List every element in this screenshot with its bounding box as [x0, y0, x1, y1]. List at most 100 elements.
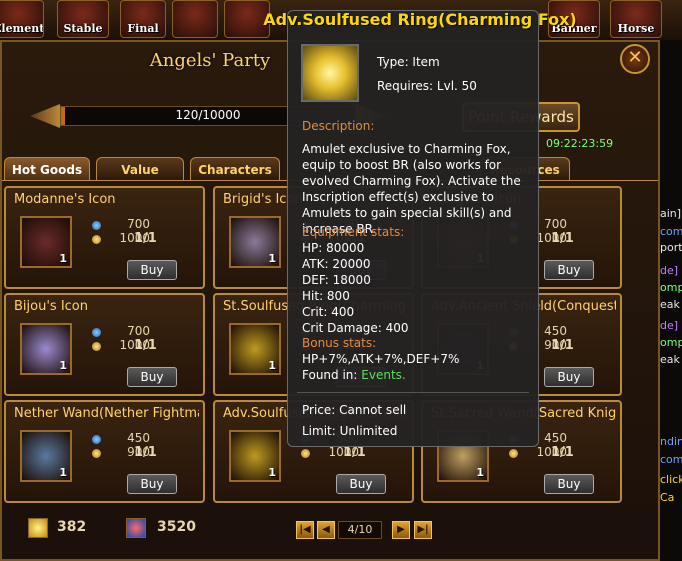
blue-price: 700 [127, 324, 150, 338]
chat-line: com [660, 225, 682, 238]
star-coin-icon [28, 518, 48, 538]
goods-thumbnail[interactable]: 1 [229, 430, 281, 482]
star-coin-icon [301, 449, 310, 458]
page-indicator: 4/10 [338, 521, 382, 539]
star-coin-icon [92, 449, 101, 458]
tab-value[interactable]: Value [96, 157, 184, 181]
chat-text: click [660, 473, 682, 486]
chat-line: ompl [660, 281, 682, 294]
buy-button[interactable]: Buy [544, 474, 594, 494]
window-title: Angels' Party [149, 50, 271, 71]
buy-button[interactable]: Buy [544, 367, 594, 387]
chat-text: port [660, 241, 682, 254]
buy-button[interactable]: Buy [127, 474, 177, 494]
tab-characters[interactable]: Characters [190, 157, 280, 181]
blue-star-icon [92, 221, 101, 230]
event-timer: 09:22:23:59 [546, 137, 614, 150]
goods-quantity: 1 [59, 466, 67, 479]
chat-text: ndin [660, 435, 682, 448]
goods-quantity: 1 [59, 359, 67, 372]
tooltip-stat: DEF: 18000 [302, 273, 371, 287]
tooltip-stat: Crit Damage: 400 [302, 321, 409, 335]
tooltip-divider [297, 392, 529, 393]
tooltip-limit: Limit: Unlimited [302, 424, 398, 438]
goods-quantity: 1 [268, 359, 276, 372]
chat-text: com [660, 225, 682, 238]
purchase-limit: 1/1 [551, 231, 574, 246]
star-coin-icon [509, 449, 518, 458]
found-in-label: Found in: [302, 368, 358, 382]
chat-text: ompl [660, 336, 682, 349]
chat-text: ain] F [660, 207, 682, 220]
chat-text: eak t [660, 353, 682, 366]
top-icon-final[interactable]: Final [120, 0, 166, 38]
chat-panel[interactable]: ain] F com port de] B ompl eak t de] B o… [660, 40, 682, 561]
purchase-limit: 1/1 [134, 338, 157, 353]
top-icon-label: Horse [617, 22, 655, 35]
chat-text: com [660, 453, 682, 466]
blue-currency-value: 3520 [157, 519, 196, 535]
top-icon-label: Stable [63, 22, 103, 35]
goods-card[interactable]: Nether Wand(Nether Fightmage)14509001/1B… [4, 400, 205, 503]
top-icon-label: Final [127, 22, 159, 35]
chat-line: eak t [660, 353, 682, 366]
chat-line: de] B [660, 264, 682, 277]
next-page-button[interactable]: ▶ [392, 521, 410, 539]
purchase-limit: 1/1 [551, 338, 574, 353]
top-icon-stable[interactable]: Stable [57, 0, 109, 38]
top-icon-elemental[interactable]: Elemental [0, 0, 44, 38]
blue-star-icon [126, 518, 146, 538]
blue-price: 450 [127, 431, 150, 445]
goods-thumbnail[interactable]: 1 [229, 323, 281, 375]
top-icon-horse[interactable]: Horse [610, 0, 662, 38]
chat-text: de] B [660, 319, 682, 332]
purchase-limit: 1/1 [134, 445, 157, 460]
goods-thumbnail[interactable]: 1 [20, 430, 72, 482]
goods-card[interactable]: Bijou's Icon 1 700 1000 1/1 Buy [4, 293, 205, 396]
buy-button[interactable]: Buy [336, 474, 386, 494]
chat-line: port [660, 241, 682, 254]
top-icon-4[interactable] [172, 0, 218, 38]
chat-line: ain] F [660, 207, 682, 220]
goods-name: Nether Wand(Nether Fightmage) [14, 406, 199, 421]
tab-hot-goods[interactable]: Hot Goods [4, 157, 90, 181]
star-coin-icon [92, 342, 101, 351]
chat-line: ndin [660, 435, 682, 448]
goods-name: Bijou's Icon [14, 299, 88, 314]
tooltip-bonus-label: Bonus stats: [302, 336, 377, 350]
goods-quantity: 1 [268, 252, 276, 265]
tooltip-description-label: Description: [302, 119, 375, 133]
tooltip-stat: HP: 80000 [302, 241, 365, 255]
goods-thumbnail[interactable]: 1 [229, 216, 281, 268]
tooltip-found-in: Found in: Events. [302, 368, 406, 382]
chat-line: eak t [660, 298, 682, 311]
tooltip-type: Type: Item [377, 55, 440, 69]
buy-button[interactable]: Buy [127, 367, 177, 387]
chat-text: eak t [660, 298, 682, 311]
chat-line: de] B [660, 319, 682, 332]
last-page-button[interactable]: ▶| [414, 521, 432, 539]
tooltip-equip-label: Equipment stats: [302, 225, 405, 239]
close-icon[interactable]: ✕ [620, 44, 650, 74]
tooltip-description: Amulet exclusive to Charming Fox, equip … [302, 142, 521, 236]
goods-card[interactable]: Modanne's Icon 1 700 1000 1/1 Buy [4, 186, 205, 289]
ring-icon [301, 44, 359, 102]
purchase-limit: 1/1 [134, 231, 157, 246]
first-page-button[interactable]: |◀ [296, 521, 314, 539]
tooltip-stat: Crit: 400 [302, 305, 355, 319]
top-icon-label: Elemental [0, 22, 44, 35]
chat-text: ompl [660, 281, 682, 294]
star-coin-icon [92, 235, 101, 244]
buy-button[interactable]: Buy [127, 260, 177, 280]
buy-button[interactable]: Buy [544, 260, 594, 280]
purchase-limit: 1/1 [551, 445, 574, 460]
goods-thumbnail[interactable]: 1 [20, 323, 72, 375]
tooltip-title: Adv.Soulfused Ring(Charming Fox) [263, 10, 577, 29]
chat-line: Ca [660, 491, 682, 504]
prev-page-button[interactable]: ◀ [317, 521, 335, 539]
tooltip-stat: ATK: 20000 [302, 257, 371, 271]
tooltip-stat: Hit: 800 [302, 289, 350, 303]
purchase-limit: 1/1 [343, 445, 366, 460]
tooltip-bonus: HP+7%,ATK+7%,DEF+7% [302, 352, 460, 366]
goods-thumbnail[interactable]: 1 [20, 216, 72, 268]
